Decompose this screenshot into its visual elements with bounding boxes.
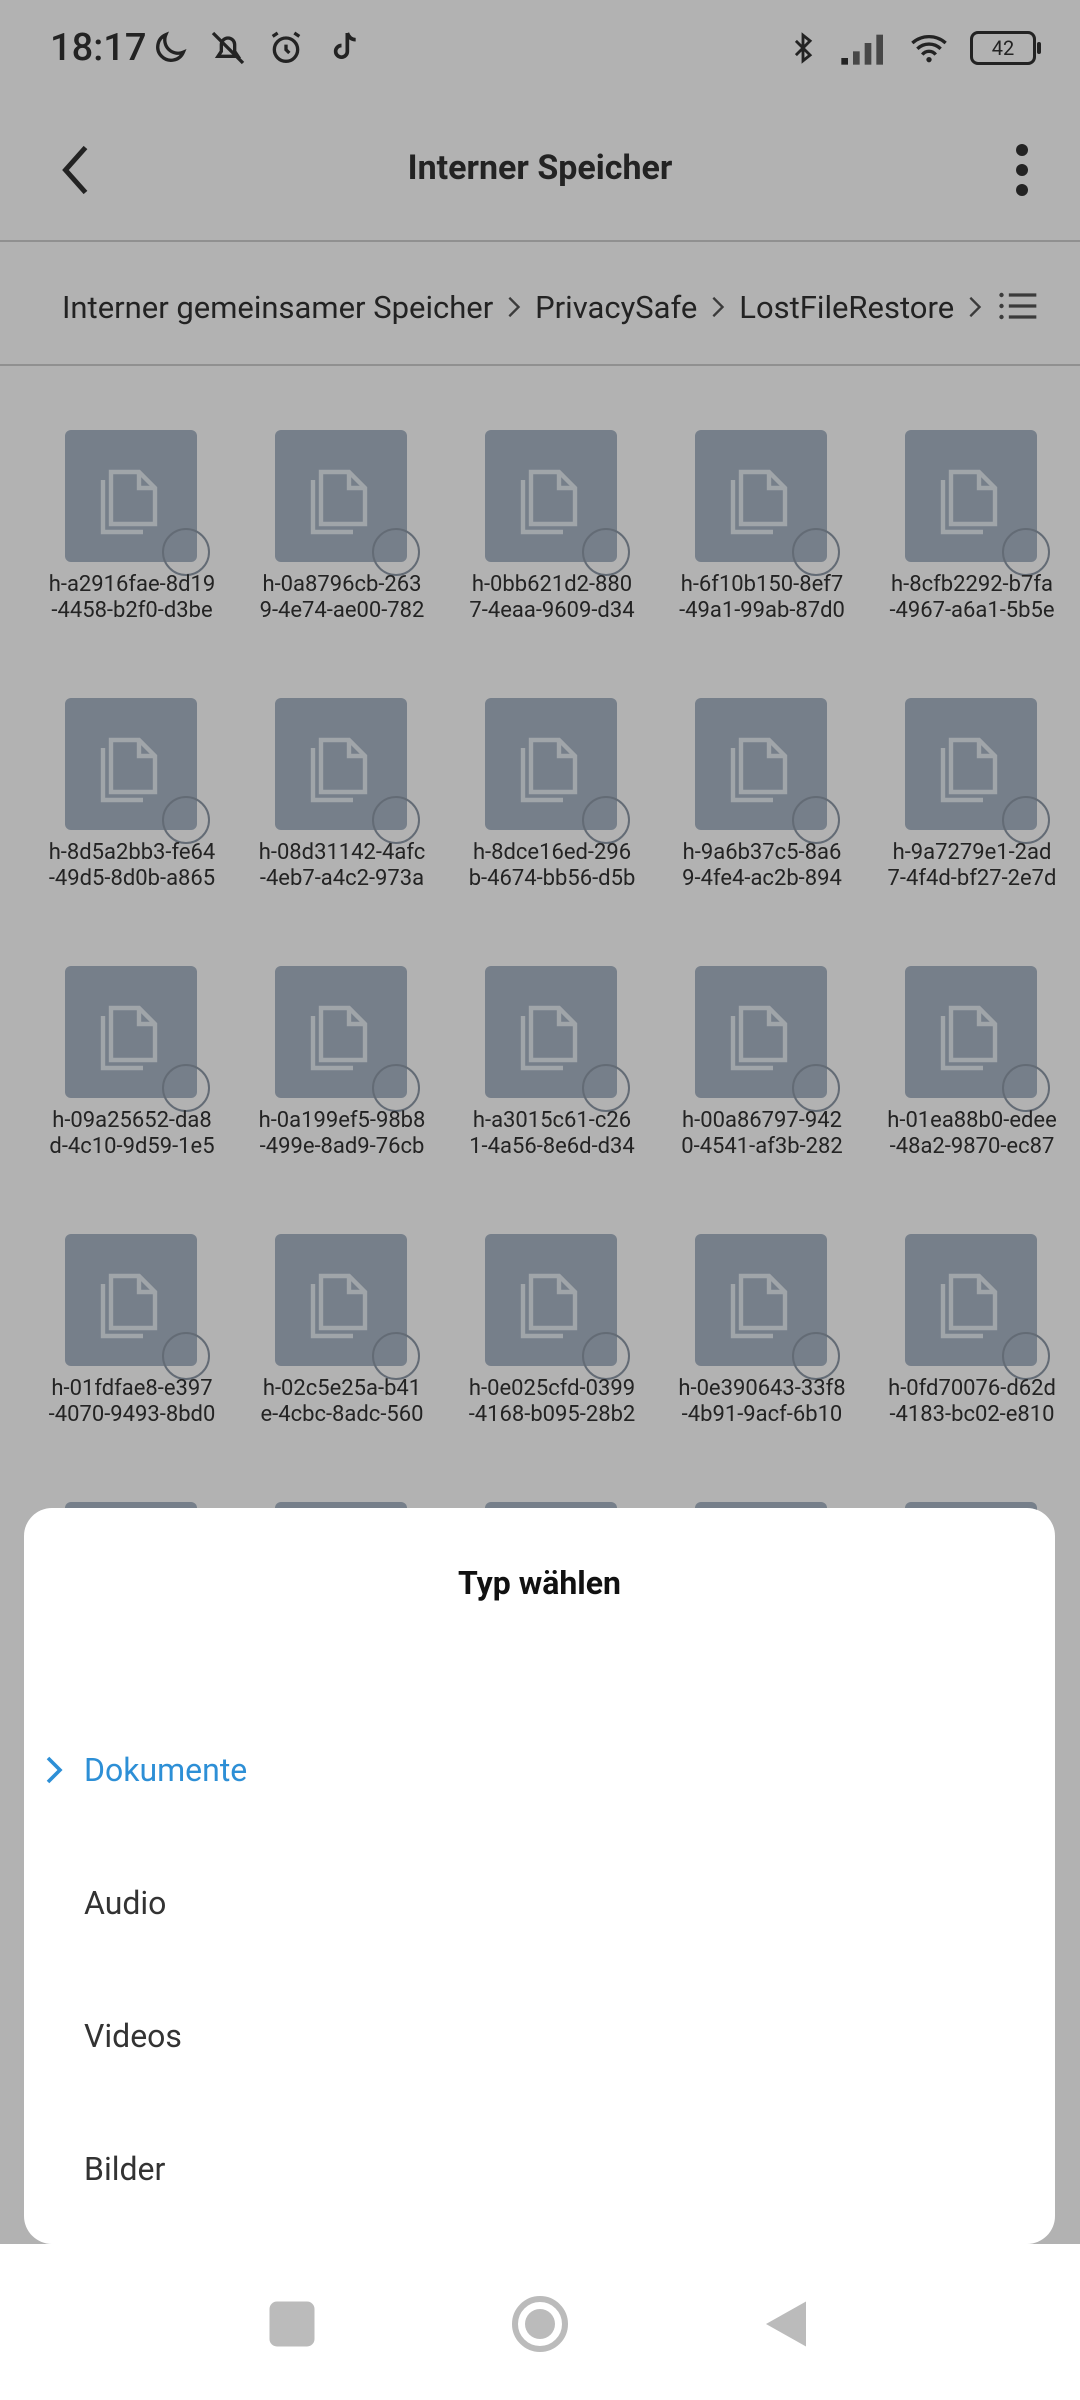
option-bilder[interactable]: Bilder bbox=[84, 2129, 984, 2209]
option-videos[interactable]: Videos bbox=[84, 1996, 984, 2076]
system-nav-bar bbox=[0, 2244, 1080, 2400]
option-dokumente[interactable]: Dokumente bbox=[84, 1730, 984, 1810]
recents-square-icon[interactable] bbox=[262, 2294, 322, 2354]
chevron-right-icon bbox=[46, 1756, 63, 1784]
home-circle-icon[interactable] bbox=[510, 2294, 570, 2354]
type-picker-sheet: Typ wählen Dokumente Audio Videos Bilder bbox=[24, 1508, 1055, 2244]
option-audio[interactable]: Audio bbox=[84, 1863, 984, 1943]
back-triangle-icon[interactable] bbox=[756, 2294, 816, 2354]
sheet-title: Typ wählen bbox=[458, 1564, 621, 1602]
